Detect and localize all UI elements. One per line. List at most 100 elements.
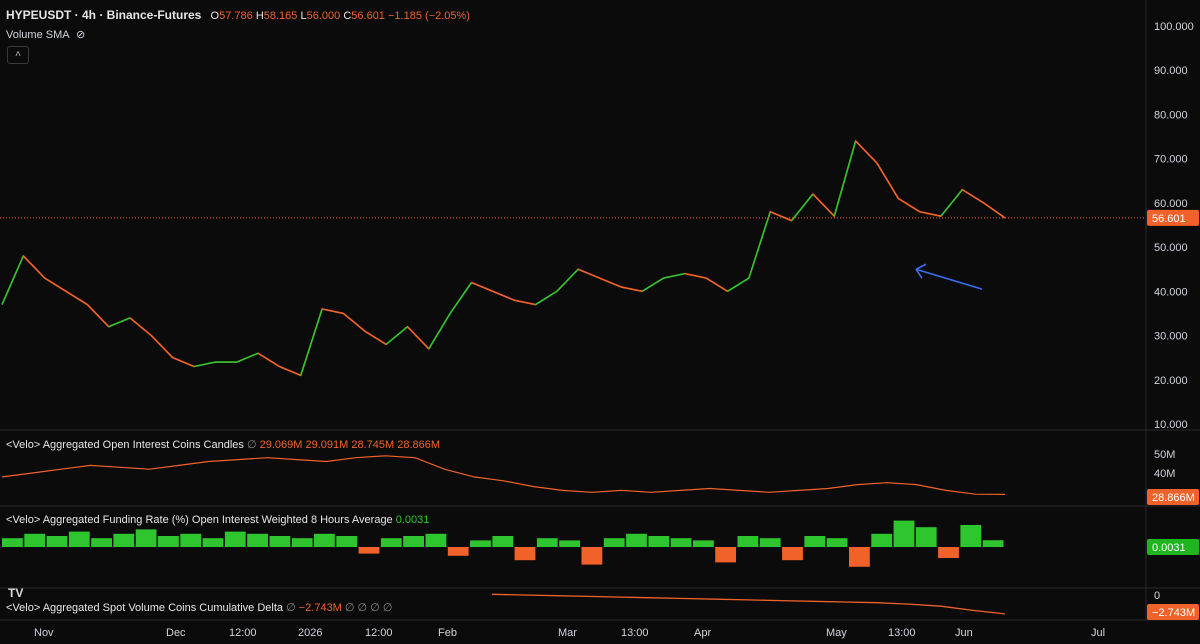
funding-bar-17: [380, 538, 402, 547]
price-segment-12: [236, 352, 259, 363]
low-value: 56.000: [306, 10, 341, 22]
price-segment-28: [577, 268, 600, 279]
chart-canvas[interactable]: 100.000 90.000 80.000 70.000 60.000 50.000 40.…: [0, 0, 1200, 644]
price-segment-14: [279, 365, 302, 377]
funding-title: <Velo> Aggregated Funding Rate (%) Open …: [6, 514, 393, 526]
price-segment-13: [257, 352, 280, 368]
price-tick-label-0: 100.000: [1154, 21, 1194, 33]
funding-bar-29: [648, 536, 670, 547]
cvd-series: 0: [491, 590, 1160, 615]
price-segment-29: [599, 277, 622, 288]
price-segment-8: [150, 334, 174, 359]
funding-bar-22: [492, 536, 514, 547]
time-tick-label-12: Jul: [1091, 627, 1105, 639]
cvd-symbol: ∅: [286, 602, 296, 614]
price-segment-23: [471, 281, 494, 293]
time-tick-label-8: Apr: [694, 627, 711, 639]
price-segment-24: [492, 290, 515, 301]
oi-symbol: ∅: [246, 439, 257, 451]
price-segment-7: [129, 317, 152, 337]
price-segment-9: [172, 356, 195, 368]
price-segment-41: [855, 140, 878, 164]
funding-bar-8: [180, 533, 202, 547]
funding-bar-24: [536, 538, 558, 547]
funding-series: [2, 520, 1004, 567]
oi-close: 28.866M: [397, 439, 441, 451]
time-tick-label-4: 12:00: [365, 627, 393, 639]
time-tick-label-0: Nov: [34, 627, 54, 639]
price-segment-35: [727, 277, 750, 293]
collapse-legend-button[interactable]: ˄: [7, 46, 29, 64]
price-tick-label-3: 70.000: [1154, 154, 1188, 166]
funding-bar-7: [158, 536, 179, 547]
volume-sma-legend[interactable]: Volume SMA ⊘: [6, 28, 85, 41]
price-segment-33: [684, 272, 707, 279]
chevron-up-icon: ˄: [15, 49, 21, 60]
funding-bar-25: [559, 540, 580, 547]
price-segment-27: [556, 268, 579, 292]
price-segment-17: [342, 312, 366, 332]
price-segment-3: [44, 277, 67, 293]
price-tick-label-9: 10.000: [1154, 419, 1188, 431]
funding-last-tag-text: 0.0031: [1152, 542, 1186, 554]
funding-bar-20: [447, 547, 469, 556]
price-segment-32: [663, 272, 686, 279]
price-segment-2: [22, 255, 46, 279]
cvd-title: <Velo> Aggregated Spot Volume Coins Cumu…: [6, 602, 284, 614]
time-tick-label-6: Mar: [558, 627, 577, 639]
price-segment-26: [535, 290, 558, 306]
open-value: 57.786: [219, 10, 253, 22]
oi-tick-label-0: 50M: [1154, 449, 1175, 461]
time-tick-label-5: Feb: [438, 627, 457, 639]
cvd-tick-label-0: 0: [1154, 590, 1160, 602]
price-tick-label-7: 30.000: [1154, 331, 1188, 343]
funding-bar-34: [759, 538, 781, 547]
price-segment-25: [514, 299, 536, 306]
time-tick-label-10: 13:00: [888, 627, 916, 639]
price-tick-label-8: 20.000: [1154, 375, 1188, 387]
oi-high: 29.091M: [305, 439, 349, 451]
funding-bar-26: [581, 547, 603, 565]
funding-bar-33: [737, 536, 759, 547]
cvd-last-tag-text: −2.743M: [1152, 607, 1195, 619]
price-segment-39: [812, 193, 835, 217]
oi-tick-label-1: 40M: [1154, 468, 1175, 480]
tradingview-logo[interactable]: TV: [8, 586, 30, 600]
price-segment-19: [385, 326, 408, 346]
time-tick-label-7: 13:00: [621, 627, 649, 639]
price-segment-21: [428, 313, 451, 350]
funding-bar-32: [715, 547, 736, 563]
price-segment-4: [65, 290, 88, 306]
price-segment-45: [940, 189, 963, 217]
main-legend: HYPEUSDT · 4h · Binance-Futures O57.786 …: [6, 8, 470, 22]
price-tick-label-2: 80.000: [1154, 109, 1188, 121]
price-segment-37: [769, 210, 792, 222]
open-interest-series: 50M 40M: [1, 449, 1175, 495]
time-tick-label-2: 12:00: [229, 627, 257, 639]
funding-bar-1: [24, 533, 46, 547]
eye-hidden-icon[interactable]: ⊘: [76, 29, 85, 41]
funding-bar-23: [514, 547, 536, 561]
price-segment-30: [620, 286, 643, 293]
price-segment-47: [983, 202, 1006, 219]
funding-bar-36: [804, 536, 826, 547]
price-line: [1, 139, 1006, 377]
funding-bar-4: [91, 538, 112, 547]
funding-bar-3: [68, 531, 90, 547]
price-segment-20: [406, 326, 430, 350]
cvd-value: −2.743M: [298, 602, 342, 614]
price-segment-6: [108, 317, 131, 328]
funding-bar-13: [291, 538, 313, 547]
funding-bar-43: [960, 525, 982, 547]
oi-open: 29.069M: [259, 439, 303, 451]
funding-bar-15: [336, 536, 358, 547]
price-segment-10: [193, 361, 216, 368]
funding-bar-6: [135, 529, 157, 547]
funding-bar-44: [982, 540, 1004, 547]
price-segment-34: [705, 277, 728, 293]
funding-bar-42: [938, 547, 959, 558]
change-value: −1.185 (−2.05%): [388, 10, 470, 22]
price-segment-40: [833, 140, 857, 217]
price-series: [0, 139, 1146, 377]
funding-bar-16: [358, 547, 380, 554]
